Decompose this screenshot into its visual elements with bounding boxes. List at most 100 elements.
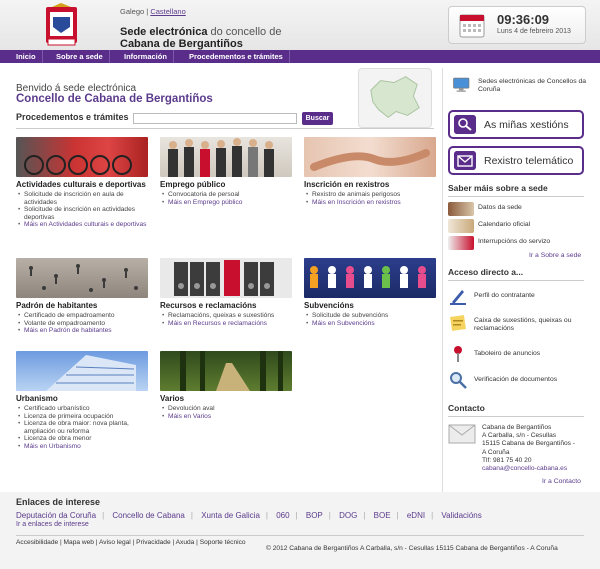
tile-more-link[interactable]: Máis en Padrón de habitantes xyxy=(16,327,148,335)
tile-image-bicycles[interactable] xyxy=(16,137,148,177)
saber-item-datos[interactable]: Datos da sede xyxy=(448,202,584,216)
enlace-link[interactable]: Xunta de Galicia xyxy=(201,511,260,520)
envelope-icon xyxy=(448,424,476,444)
saber-mais-title: Saber máis sobre a sede xyxy=(448,183,548,193)
tile-link[interactable]: Solicitude de inscrición en aula de acti… xyxy=(16,191,148,206)
welcome-title: Concello de Cabana de Bergantiños xyxy=(16,93,213,105)
monitor-icon xyxy=(453,77,470,92)
tile-actividades: Actividades culturais e deportivas Solic… xyxy=(16,137,148,229)
enlace-link[interactable]: BOE xyxy=(374,511,391,520)
nav-informacion[interactable]: Información xyxy=(118,50,174,63)
nav-procedementos[interactable]: Procedementos e trámites xyxy=(183,50,290,63)
tile-link[interactable]: Volante de empadroamento xyxy=(16,320,148,328)
tile-link[interactable]: Devolución aval xyxy=(160,405,292,413)
nav-sobre-a-sede[interactable]: Sobre a sede xyxy=(50,50,110,63)
footer-link[interactable]: Accesibilidade xyxy=(16,539,58,546)
tile-link[interactable]: Licenza de obra menor xyxy=(16,435,148,443)
acceso-label: Perfil do contratante xyxy=(474,292,535,299)
acceso-taboleiro-anuncios[interactable]: Taboleiro de anuncios xyxy=(448,344,584,364)
saber-more-link[interactable]: Ir a Sobre a sede xyxy=(529,252,581,259)
clock-date: Luns 4 de febreiro 2013 xyxy=(497,28,571,35)
my-procedures-button[interactable]: As miñas xestións xyxy=(448,110,584,139)
telematic-registry-button[interactable]: Rexistro telemático xyxy=(448,146,584,175)
divider xyxy=(448,280,584,281)
tile-link[interactable]: Convocatoria de persoal xyxy=(160,191,292,199)
enlace-link[interactable]: BOP xyxy=(306,511,323,520)
enlace-link[interactable]: Validacións xyxy=(441,511,481,520)
acceso-perfil-contratante[interactable]: Perfil do contratante xyxy=(448,286,584,306)
divider xyxy=(16,128,434,129)
footer-link[interactable]: Axuda xyxy=(176,539,195,546)
calendar-thumbnail-icon xyxy=(448,219,474,233)
tile-link[interactable]: Solicitude de inscrición en actividades … xyxy=(16,206,148,221)
tile-link[interactable]: Licenza de primeira ocupación xyxy=(16,413,148,421)
saber-item-interrupcions[interactable]: Interrupcións do servizo xyxy=(448,236,584,250)
contact-line: A Coruña xyxy=(482,448,510,456)
lang-current: Galego xyxy=(120,7,145,16)
acceso-caixa-suxestions[interactable]: Caixa de suxestións, queixas ou reclamac… xyxy=(448,313,584,335)
tile-link[interactable]: Licenza de obra maior: nova planta, ampl… xyxy=(16,420,148,435)
enlaces-more-link[interactable]: Ir a enlaces de interese xyxy=(16,521,89,528)
tile-title[interactable]: Recursos e reclamacións xyxy=(160,301,292,310)
footer-link[interactable]: Mapa web xyxy=(64,539,94,546)
tile-link[interactable]: Reclamacións, queixas e suxestións xyxy=(160,312,292,320)
footer-link[interactable]: Privacidade xyxy=(136,539,170,546)
acceso-verificacion-documentos[interactable]: Verificación de documentos xyxy=(448,370,584,390)
enlace-link[interactable]: eDNI xyxy=(407,511,425,520)
tile-image-crowd[interactable] xyxy=(16,258,148,298)
tile-more-link[interactable]: Máis en Subvencións xyxy=(304,320,436,328)
footer-link[interactable]: Soporte técnico xyxy=(200,539,246,546)
tile-title[interactable]: Padrón de habitantes xyxy=(16,301,148,310)
contact-more-link[interactable]: Ir a Contacto xyxy=(542,478,581,485)
procedures-search-input[interactable] xyxy=(133,113,297,124)
tile-image-hands[interactable] xyxy=(304,137,436,177)
tile-image-building[interactable] xyxy=(16,351,148,391)
tile-title[interactable]: Actividades culturais e deportivas xyxy=(16,180,148,189)
plug-thumbnail-icon xyxy=(448,236,474,250)
tile-more-link[interactable]: Máis en Inscrición en rexistros xyxy=(304,199,436,207)
tile-link[interactable]: Rexistro de animais perigosos xyxy=(304,191,436,199)
enlace-link[interactable]: 060 xyxy=(276,511,289,520)
tile-title[interactable]: Inscrición en rexistros xyxy=(304,180,436,189)
registry-icon xyxy=(454,151,476,170)
tile-image-business-people[interactable] xyxy=(160,137,292,177)
tile-link[interactable]: Certificado urbanístico xyxy=(16,405,148,413)
tile-more-link[interactable]: Máis en Emprego público xyxy=(160,199,292,207)
tile-image-paper-chain[interactable] xyxy=(304,258,436,298)
coat-of-arms-logo[interactable] xyxy=(44,3,79,48)
tile-link[interactable]: Certificado de empadroamento xyxy=(16,312,148,320)
saber-item-calendario[interactable]: Calendario oficial xyxy=(448,219,584,233)
site-title[interactable]: Sede electrónica do concello de Cabana d… xyxy=(120,26,281,50)
enlace-link[interactable]: DOG xyxy=(339,511,357,520)
contact-details: Cabana de Bergantiños A Carballa, s/n - … xyxy=(482,424,592,473)
my-procedures-label: As miñas xestións xyxy=(484,119,569,131)
copyright: © 2012 Cabana de Bergantiños A Carballa,… xyxy=(266,545,558,552)
tile-title[interactable]: Emprego público xyxy=(160,180,292,189)
search-button[interactable]: Buscar xyxy=(302,112,333,125)
nav-inicio[interactable]: Inicio xyxy=(10,50,43,63)
tile-more-link[interactable]: Máis en Recursos e reclamacións xyxy=(160,320,292,328)
tile-more-link[interactable]: Máis en Varios xyxy=(160,413,292,421)
note-icon xyxy=(450,315,466,331)
tile-more-link[interactable]: Máis en Urbanismo xyxy=(16,443,148,451)
enlace-link[interactable]: Deputación da Coruña xyxy=(16,511,96,520)
contact-email-link[interactable]: cabana@concello-cabana.es xyxy=(482,465,567,472)
saber-item-label: Calendario oficial xyxy=(478,221,531,228)
tile-title[interactable]: Urbanismo xyxy=(16,394,148,403)
tile-image-binders[interactable] xyxy=(160,258,292,298)
site-title-light: do concello de xyxy=(210,26,282,38)
tile-more-link[interactable]: Máis en Actividades culturais e deportiv… xyxy=(16,221,148,229)
enlace-link[interactable]: Concello de Cabana xyxy=(112,511,185,520)
tile-image-forest-path[interactable] xyxy=(160,351,292,391)
divider xyxy=(448,416,584,417)
footer-link[interactable]: Aviso legal xyxy=(99,539,131,546)
saber-item-label: Interrupcións do servizo xyxy=(478,238,551,245)
acceso-label: Taboleiro de anuncios xyxy=(474,350,541,357)
tile-link[interactable]: Solicitude de subvencións xyxy=(304,312,436,320)
tile-title[interactable]: Varios xyxy=(160,394,292,403)
contact-line: Cabana de Bergantiños xyxy=(482,424,552,431)
contact-line: 15115 Cabana de Bergantiños - xyxy=(482,440,575,448)
pushpin-icon xyxy=(454,346,462,362)
lang-castellano-link[interactable]: Castellano xyxy=(150,7,185,16)
tile-title[interactable]: Subvencións xyxy=(304,301,436,310)
